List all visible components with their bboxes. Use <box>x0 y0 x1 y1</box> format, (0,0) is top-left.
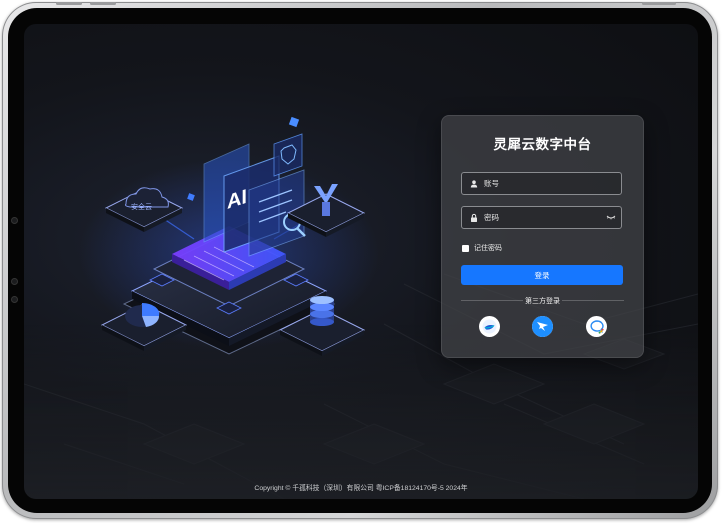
username-input[interactable] <box>484 173 604 194</box>
login-button[interactable]: 登录 <box>461 265 623 285</box>
password-input[interactable] <box>484 207 604 228</box>
wecom-icon <box>589 319 604 334</box>
feishu-icon <box>482 319 497 334</box>
cloud-label: 安全云 <box>131 202 152 211</box>
username-field[interactable] <box>461 172 622 195</box>
wecom-login-button[interactable] <box>586 316 607 337</box>
user-icon <box>470 180 478 188</box>
feishu-login-button[interactable] <box>479 316 500 337</box>
sensor-dot <box>11 296 18 303</box>
third-party-divider: 第三方登录 <box>461 298 624 305</box>
footer-copyright: Copyright © 千孤科技（深圳）有限公司 粤ICP备18124170号-… <box>254 485 468 492</box>
remember-label: 记住密码 <box>474 245 502 252</box>
remember-checkbox[interactable] <box>462 244 469 252</box>
power-button <box>642 2 676 5</box>
dingtalk-login-button[interactable] <box>532 316 553 337</box>
volume-button <box>90 2 116 5</box>
dingtalk-icon <box>532 316 553 337</box>
camera-dot <box>11 217 18 224</box>
password-field[interactable] <box>461 206 622 229</box>
sensor-dot <box>11 278 18 285</box>
hero-illustration: AI 安全云 <box>79 116 379 356</box>
volume-button <box>56 2 82 5</box>
login-title: 灵犀云数字中台 <box>493 137 592 152</box>
lock-icon <box>471 213 477 222</box>
login-panel: 灵犀云数字中台 记住密码 登录 <box>441 115 644 358</box>
third-party-label: 第三方登录 <box>525 298 560 305</box>
remember-password[interactable]: 记住密码 <box>462 243 502 253</box>
login-page: AI 安全云 灵犀云数字中台 账号 记住密码 登录 第三方登录 Copyrigh… <box>24 24 698 499</box>
eye-closed-icon[interactable] <box>606 213 616 222</box>
